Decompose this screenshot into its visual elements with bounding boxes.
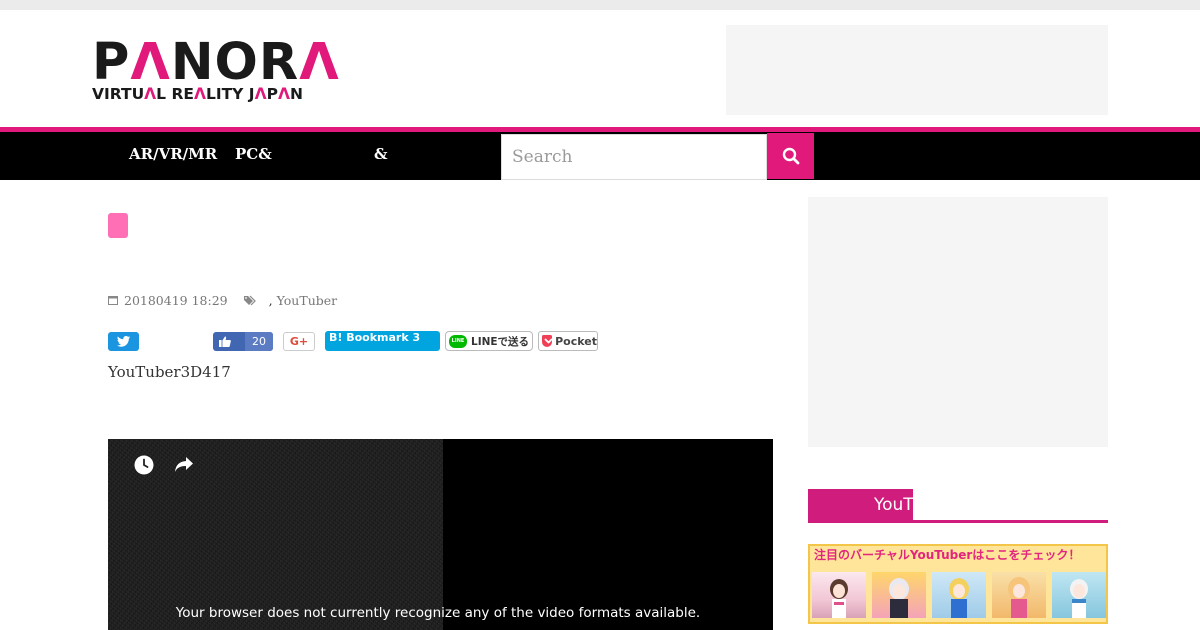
sidebar-ad-slot bbox=[808, 197, 1108, 447]
site-logo[interactable]: PΛNORΛ VIRTUΛL REΛLITY JΛPΛN bbox=[92, 33, 340, 103]
thumbs-up-icon bbox=[219, 336, 231, 347]
banner-character-5 bbox=[1052, 572, 1106, 618]
tags-icon bbox=[243, 295, 256, 305]
category-badge[interactable] bbox=[108, 213, 128, 238]
search-button[interactable] bbox=[767, 133, 814, 179]
line-share-label: LINEで送る bbox=[471, 335, 530, 348]
facebook-like-count: 20 bbox=[245, 332, 273, 351]
video-thumbnail bbox=[108, 439, 443, 630]
calendar-icon bbox=[108, 296, 118, 305]
article-intro-text: YouTuber3D417 bbox=[108, 363, 231, 381]
facebook-like-button[interactable]: 20 bbox=[213, 332, 273, 351]
hatena-bookmark-button[interactable]: B! Bookmark 3 bbox=[325, 331, 440, 351]
logo-wordmark: PΛNORΛ bbox=[92, 33, 340, 92]
line-share-button[interactable]: LINE LINEで送る bbox=[445, 331, 533, 351]
top-strip bbox=[0, 0, 1200, 10]
vtuber-banner[interactable]: 注目のバーチャルYouTuberはここをチェック！ bbox=[808, 544, 1108, 624]
video-format-error-message: Your browser does not currently recogniz… bbox=[175, 605, 701, 621]
nav-item-pc[interactable]: PC& bbox=[235, 132, 272, 180]
clock-icon[interactable] bbox=[134, 455, 154, 475]
banner-character-4 bbox=[992, 572, 1046, 618]
pocket-save-button[interactable]: Pocket bbox=[538, 331, 598, 351]
video-player[interactable]: Your browser does not currently recogniz… bbox=[108, 439, 773, 630]
line-logo-icon: LINE bbox=[449, 334, 467, 348]
pocket-label: Pocket bbox=[555, 334, 597, 348]
tag-link-youtuber[interactable]: YouTuber bbox=[277, 293, 338, 308]
search-input[interactable] bbox=[501, 134, 767, 180]
logo-tagline: VIRTUΛL REΛLITY JΛPΛN bbox=[92, 85, 303, 103]
nav-item-and[interactable]: & bbox=[374, 132, 388, 180]
banner-character-1 bbox=[812, 572, 866, 618]
google-plus-button[interactable]: G+ bbox=[283, 332, 315, 351]
share-arrow-icon[interactable] bbox=[174, 456, 194, 474]
publish-date: 20180419 18:29 bbox=[124, 292, 228, 308]
banner-title: 注目のバーチャルYouTuberはここをチェック！ bbox=[814, 548, 1081, 562]
sidebar-heading-text: YouT bbox=[874, 495, 913, 515]
sidebar-heading-underline bbox=[808, 520, 1108, 523]
nav-item-ar-vr-mr[interactable]: AR/VR/MR bbox=[129, 132, 217, 180]
twitter-bird-icon bbox=[117, 336, 130, 347]
search-icon bbox=[782, 147, 799, 165]
banner-character-3 bbox=[932, 572, 986, 618]
header-ad-slot bbox=[726, 25, 1108, 115]
twitter-share-button[interactable] bbox=[108, 332, 139, 351]
tag-separator: , bbox=[268, 292, 273, 308]
sidebar-heading-tab: YouT bbox=[808, 489, 913, 520]
pocket-icon bbox=[542, 335, 553, 347]
article-meta: 20180419 18:29 , YouTuber bbox=[108, 291, 337, 309]
banner-character-2 bbox=[872, 572, 926, 618]
